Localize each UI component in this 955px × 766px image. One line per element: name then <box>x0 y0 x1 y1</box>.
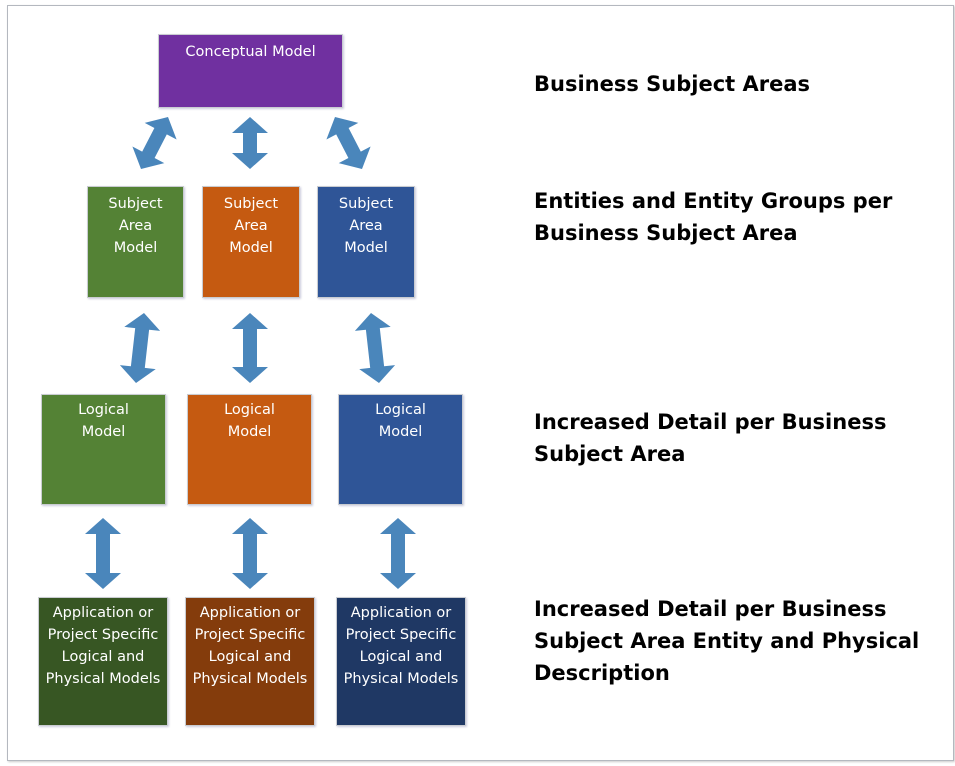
box-text: Application or Project Specific Logical … <box>343 605 459 687</box>
double-arrow-icon <box>119 313 161 383</box>
level-label-logical-detail: Increased Detail per Business Subject Ar… <box>534 410 887 466</box>
subject-area-model-box-green: Subject Area Model <box>87 186 184 298</box>
double-arrow-icon <box>232 518 268 589</box>
subject-area-model-box-orange: Subject Area Model <box>202 186 300 298</box>
double-arrow-icon <box>85 518 121 589</box>
logical-model-box-blue: Logical Model <box>338 394 463 505</box>
subject-area-model-box-blue: Subject Area Model <box>317 186 415 298</box>
physical-model-box-blue: Application or Project Specific Logical … <box>336 597 466 726</box>
box-text: Logical Model <box>78 402 129 440</box>
box-text: Subject Area Model <box>338 196 394 256</box>
conceptual-model-box: Conceptual Model <box>158 34 343 108</box>
box-text: Logical Model <box>224 402 275 440</box>
box-text: Subject Area Model <box>108 196 163 256</box>
double-arrow-icon <box>354 313 396 383</box>
double-arrow-icon <box>232 313 268 383</box>
box-text: Logical Model <box>375 402 426 440</box>
double-arrow-icon <box>380 518 416 589</box>
box-text: Application or Project Specific Logical … <box>192 605 308 687</box>
physical-model-box-orange: Application or Project Specific Logical … <box>185 597 315 726</box>
box-text: Subject Area Model <box>223 196 279 256</box>
box-text: Conceptual Model <box>185 44 316 60</box>
double-arrow-icon <box>326 117 371 169</box>
logical-model-box-green: Logical Model <box>41 394 166 505</box>
level-label-entities: Entities and Entity Groups per Business … <box>534 189 893 245</box>
level-label-physical-detail: Increased Detail per Business Subject Ar… <box>534 597 920 685</box>
double-arrow-icon <box>232 117 268 169</box>
box-text: Application or Project Specific Logical … <box>45 605 161 687</box>
level-label-business-subject-areas: Business Subject Areas <box>534 72 811 96</box>
double-arrow-icon <box>132 117 177 169</box>
physical-model-box-green: Application or Project Specific Logical … <box>38 597 168 726</box>
logical-model-box-orange: Logical Model <box>187 394 312 505</box>
